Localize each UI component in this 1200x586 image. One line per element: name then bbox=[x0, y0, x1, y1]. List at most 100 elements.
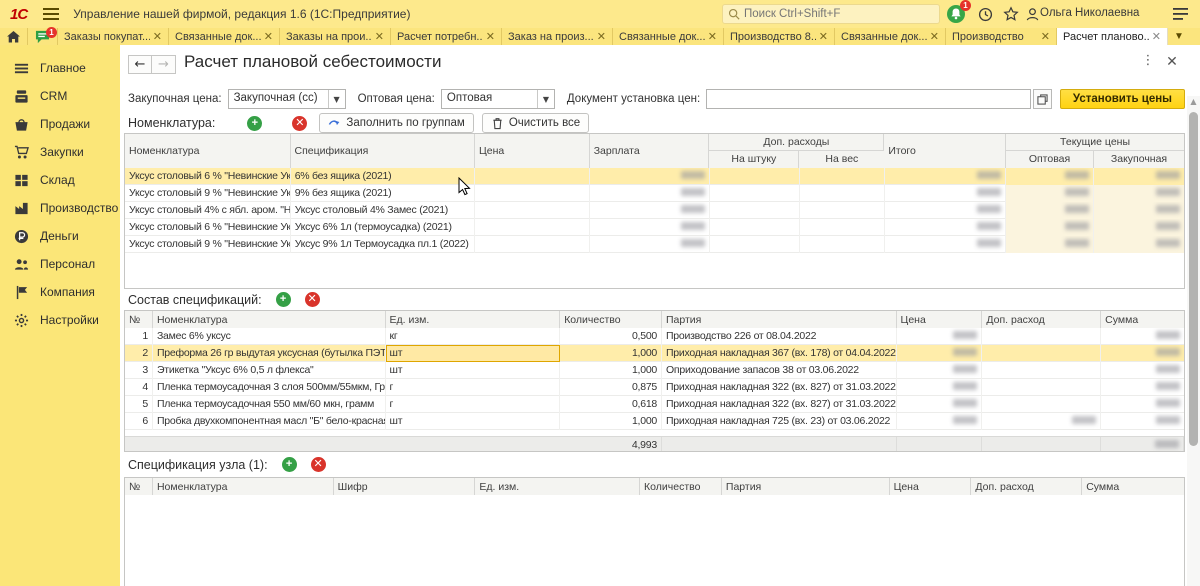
sidebar-item-производство[interactable]: Производство bbox=[0, 194, 120, 222]
sidebar-item-продажи[interactable]: Продажи bbox=[0, 110, 120, 138]
table-cell[interactable]: Уксус столовый 9 % "Невинские Уксусы" ..… bbox=[125, 236, 291, 253]
table-cell[interactable]: 3 bbox=[125, 362, 153, 379]
table-cell[interactable]: Этикетка "Уксус 6% 0,5 л флекса" bbox=[153, 362, 386, 379]
table-cell[interactable]: Уксус столовый 4% с ябл. аром. "Невинск.… bbox=[125, 202, 291, 219]
table-cell[interactable]: 6% без ящика (2021) bbox=[291, 168, 476, 185]
add-row-icon[interactable]: + bbox=[282, 457, 297, 472]
table-cell[interactable] bbox=[590, 202, 710, 219]
table-cell[interactable]: 0,500 bbox=[560, 328, 662, 345]
choose-doc-button[interactable] bbox=[1033, 89, 1052, 109]
table-cell[interactable] bbox=[897, 379, 983, 396]
col-6[interactable]: Цена bbox=[897, 311, 983, 328]
table-cell[interactable] bbox=[590, 185, 710, 202]
table-cell[interactable]: Уксус 9% 1л Термоусадка пл.1 (2022) bbox=[291, 236, 476, 253]
table-cell[interactable] bbox=[710, 168, 800, 185]
table-cell[interactable] bbox=[1101, 396, 1184, 413]
col-extra-costs-group[interactable]: Доп. расходы bbox=[709, 134, 884, 151]
tab-close-icon[interactable]: ✕ bbox=[597, 30, 606, 43]
table-cell[interactable]: шт bbox=[386, 362, 561, 379]
table-cell[interactable] bbox=[1006, 185, 1094, 202]
sidebar-item-настройки[interactable]: Настройки bbox=[0, 306, 120, 334]
col-2[interactable]: Номенклатура bbox=[153, 311, 386, 328]
col-4[interactable]: Количество bbox=[560, 311, 662, 328]
table-cell[interactable] bbox=[1006, 168, 1094, 185]
tab-close-icon[interactable]: ✕ bbox=[1152, 30, 1161, 43]
col-salary[interactable]: Зарплата bbox=[590, 134, 710, 168]
nomenclature-row[interactable]: Уксус столовый 4% с ябл. аром. "Невинск.… bbox=[125, 202, 1184, 219]
col-per-weight[interactable]: На вес bbox=[799, 151, 884, 168]
tab-close-icon[interactable]: ✕ bbox=[819, 30, 828, 43]
table-cell[interactable] bbox=[1101, 328, 1184, 345]
nomenclature-row[interactable]: Уксус столовый 9 % "Невинские Уксусы" ..… bbox=[125, 236, 1184, 253]
tab-7[interactable]: Производство 8...✕ bbox=[724, 28, 835, 45]
table-cell[interactable]: 5 bbox=[125, 396, 153, 413]
table-cell[interactable] bbox=[590, 236, 710, 253]
table-cell[interactable]: 0,875 bbox=[560, 379, 662, 396]
table-cell[interactable]: 1,000 bbox=[560, 362, 662, 379]
search-input[interactable] bbox=[744, 8, 924, 20]
table-cell[interactable]: 1,000 bbox=[560, 413, 662, 430]
table-cell[interactable]: Производство 226 от 08.04.2022 bbox=[662, 328, 897, 345]
sidebar-item-компания[interactable]: Компания bbox=[0, 278, 120, 306]
table-cell[interactable]: Пленка термоусадочная 550 мм/60 мкн, гра… bbox=[153, 396, 386, 413]
fill-by-groups-button[interactable]: Заполнить по группам bbox=[319, 113, 473, 133]
tab-9[interactable]: Производство✕ bbox=[946, 28, 1057, 45]
col-5[interactable]: Количество bbox=[640, 478, 722, 495]
tab-1[interactable]: Заказы покупат...✕ bbox=[58, 28, 169, 45]
nomenclature-row[interactable]: Уксус столовый 6 % "Невинские Уксусы" ..… bbox=[125, 168, 1184, 185]
spec-content-row[interactable]: 2Преформа 26 гр выдутая уксусная (бутылк… bbox=[125, 345, 1184, 362]
col-current-prices-group[interactable]: Текущие цены bbox=[1006, 134, 1184, 151]
table-cell[interactable] bbox=[1094, 185, 1184, 202]
add-row-icon[interactable]: + bbox=[247, 116, 262, 131]
sidebar-item-crm[interactable]: CRM bbox=[0, 82, 120, 110]
spec-content-row[interactable]: 4Пленка термоусадочная 3 слоя 500мм/55мк… bbox=[125, 379, 1184, 396]
tab-close-icon[interactable]: ✕ bbox=[486, 30, 495, 43]
table-cell[interactable] bbox=[897, 345, 983, 362]
col-wholesale[interactable]: Оптовая bbox=[1006, 151, 1094, 168]
col-5[interactable]: Партия bbox=[662, 311, 897, 328]
tab-close-icon[interactable]: ✕ bbox=[930, 30, 939, 43]
col-per-item[interactable]: На штуку bbox=[709, 151, 799, 168]
table-cell[interactable]: кг bbox=[386, 328, 561, 345]
col-8[interactable]: Сумма bbox=[1101, 311, 1184, 328]
table-cell[interactable] bbox=[1094, 219, 1184, 236]
tab-5[interactable]: Заказ на произ...✕ bbox=[502, 28, 613, 45]
table-cell[interactable] bbox=[710, 185, 800, 202]
table-cell[interactable]: г bbox=[386, 379, 561, 396]
tab-close-icon[interactable]: ✕ bbox=[264, 30, 273, 43]
table-cell[interactable] bbox=[800, 219, 885, 236]
table-cell[interactable]: 6 bbox=[125, 413, 153, 430]
table-cell[interactable]: 1,000 bbox=[560, 345, 662, 362]
table-cell[interactable]: Уксус столовый 4% Замес (2021) bbox=[291, 202, 476, 219]
table-cell[interactable] bbox=[982, 396, 1101, 413]
table-cell[interactable] bbox=[885, 219, 1007, 236]
spec-content-row[interactable]: 6Пробка двухкомпонентная масл "Б" бело-к… bbox=[125, 413, 1184, 430]
table-cell[interactable] bbox=[800, 202, 885, 219]
sidebar-item-персонал[interactable]: Персонал bbox=[0, 250, 120, 278]
table-cell[interactable]: Уксус столовый 6 % "Невинские Уксусы" ..… bbox=[125, 219, 291, 236]
history-icon[interactable] bbox=[975, 4, 995, 24]
table-cell[interactable] bbox=[800, 185, 885, 202]
table-cell[interactable]: Пленка термоусадочная 3 слоя 500мм/55мкм… bbox=[153, 379, 386, 396]
price-doc-input[interactable] bbox=[706, 89, 1031, 109]
table-cell[interactable] bbox=[475, 168, 590, 185]
table-cell[interactable] bbox=[885, 236, 1007, 253]
spec-content-row[interactable]: 3Этикетка "Уксус 6% 0,5 л флекса"шт1,000… bbox=[125, 362, 1184, 379]
table-cell[interactable] bbox=[475, 236, 590, 253]
table-cell[interactable] bbox=[1094, 236, 1184, 253]
table-cell[interactable]: 4 bbox=[125, 379, 153, 396]
home-tab[interactable] bbox=[0, 28, 28, 45]
table-cell[interactable] bbox=[475, 185, 590, 202]
sidebar-item-закупки[interactable]: Закупки bbox=[0, 138, 120, 166]
table-cell[interactable] bbox=[982, 413, 1101, 430]
tab-2[interactable]: Связанные док...✕ bbox=[169, 28, 280, 45]
table-cell[interactable] bbox=[710, 202, 800, 219]
col-6[interactable]: Партия bbox=[722, 478, 890, 495]
table-cell[interactable]: Оприходование запасов 38 от 03.06.2022 bbox=[662, 362, 897, 379]
table-cell[interactable] bbox=[1101, 345, 1184, 362]
col-total[interactable]: Итого bbox=[884, 134, 1006, 168]
current-user-name[interactable]: Ольга Николаевна bbox=[1040, 7, 1139, 19]
col-8[interactable]: Доп. расход bbox=[971, 478, 1082, 495]
table-cell[interactable] bbox=[710, 236, 800, 253]
forward-button[interactable]: → bbox=[152, 55, 176, 74]
